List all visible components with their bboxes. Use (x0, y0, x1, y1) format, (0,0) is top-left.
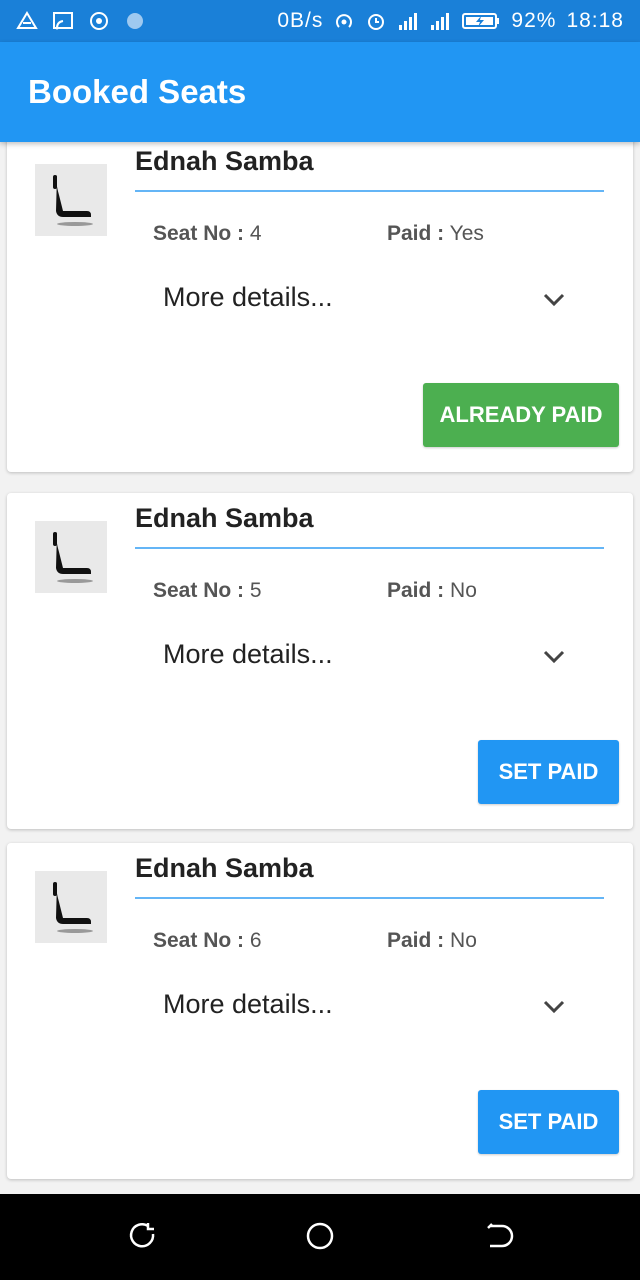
divider (135, 547, 604, 549)
status-bar: 0B/s 92% 18:18 (0, 0, 640, 42)
seat-number: Seat No : 4 (153, 222, 262, 246)
navigation-bar (0, 1194, 640, 1280)
already-paid-button[interactable]: ALREADY PAID (423, 383, 619, 447)
battery-percent: 92% (511, 9, 557, 32)
set-paid-button[interactable]: SET PAID (478, 740, 619, 804)
more-details-toggle[interactable]: More details... (163, 989, 333, 1020)
booking-card: Ednah Samba Seat No : 6 Paid : No More d… (7, 843, 633, 1179)
seat-image (35, 521, 107, 593)
seat-icon (53, 532, 93, 583)
cast-icon (52, 10, 74, 32)
signal-icon (397, 10, 419, 32)
booking-card: Ednah Samba Seat No : 4 Paid : Yes More … (7, 142, 633, 472)
network-speed: 0B/s (277, 9, 324, 32)
signal-hplus-icon (429, 10, 451, 32)
passenger-name: Ednah Samba (135, 146, 314, 176)
chevron-down-icon[interactable] (540, 643, 568, 671)
alarm-icon (365, 10, 387, 32)
more-details-toggle[interactable]: More details... (163, 282, 333, 313)
app-bar: Booked Seats (0, 42, 640, 142)
paid-label: Paid : (387, 929, 445, 952)
battery-icon (461, 10, 501, 32)
seat-no-value: 6 (249, 929, 262, 952)
drive-icon (16, 10, 38, 32)
seat-no-value: 4 (249, 222, 262, 245)
paid-status: Paid : No (387, 579, 477, 603)
paid-value: No (450, 579, 477, 602)
status-left-icons (16, 10, 146, 32)
page-title: Booked Seats (28, 73, 247, 110)
set-paid-button[interactable]: SET PAID (478, 1090, 619, 1154)
seat-icon (53, 882, 93, 933)
seat-number: Seat No : 6 (153, 929, 262, 953)
divider (135, 897, 604, 899)
more-details-toggle[interactable]: More details... (163, 639, 333, 670)
passenger-name: Ednah Samba (135, 853, 314, 883)
seat-icon (53, 175, 93, 226)
status-right: 0B/s 92% 18:18 (277, 9, 624, 33)
paid-value: Yes (449, 222, 484, 245)
seat-no-label: Seat No : (153, 579, 245, 602)
paid-label: Paid : (387, 222, 445, 245)
paid-value: No (450, 929, 477, 952)
circle-dot-icon (124, 10, 146, 32)
home-icon[interactable] (298, 1214, 342, 1258)
seat-image (35, 164, 107, 236)
seat-no-value: 5 (249, 579, 262, 602)
chevron-down-icon[interactable] (540, 286, 568, 314)
booking-card: Ednah Samba Seat No : 5 Paid : No More d… (7, 493, 633, 829)
seat-image (35, 871, 107, 943)
chevron-down-icon[interactable] (540, 993, 568, 1021)
divider (135, 190, 604, 192)
booked-seats-list[interactable]: Ednah Samba Seat No : 4 Paid : Yes More … (0, 142, 640, 1194)
target-icon (88, 10, 110, 32)
back-icon[interactable] (476, 1214, 520, 1258)
seat-no-label: Seat No : (153, 929, 245, 952)
passenger-name: Ednah Samba (135, 503, 314, 533)
recent-apps-icon[interactable] (120, 1214, 164, 1258)
seat-number: Seat No : 5 (153, 579, 262, 603)
paid-status: Paid : No (387, 929, 477, 953)
paid-status: Paid : Yes (387, 222, 484, 246)
hotspot-icon (333, 10, 355, 32)
clock: 18:18 (566, 9, 624, 32)
paid-label: Paid : (387, 579, 445, 602)
seat-no-label: Seat No : (153, 222, 245, 245)
